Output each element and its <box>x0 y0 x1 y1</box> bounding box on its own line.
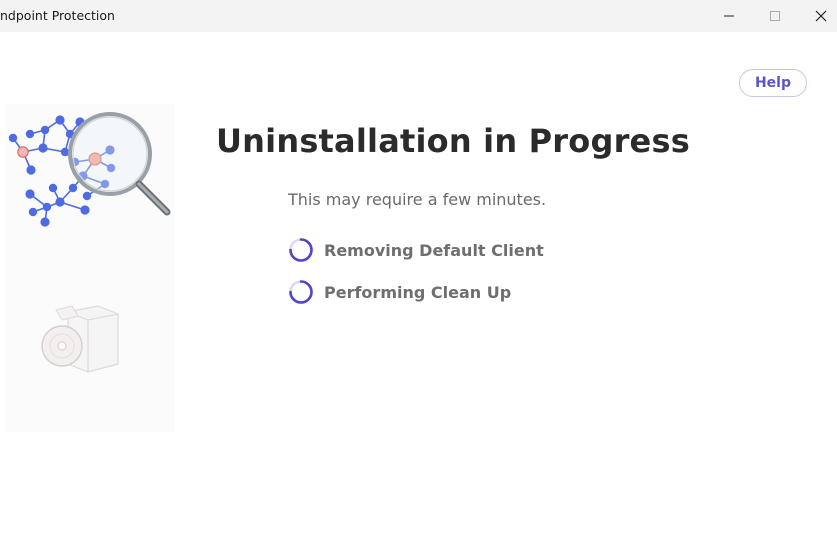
step-label: Removing Default Client <box>324 240 544 260</box>
page-title: Uninstallation in Progress <box>216 122 690 160</box>
window-title: ndpoint Protection <box>0 8 115 23</box>
maximize-button[interactable] <box>752 0 798 32</box>
spinner-icon <box>289 238 313 262</box>
step-label: Performing Clean Up <box>324 282 512 302</box>
title-bar[interactable]: ndpoint Protection <box>0 0 837 32</box>
close-icon <box>815 10 827 22</box>
side-panel <box>5 104 175 432</box>
help-button[interactable]: Help <box>739 69 807 97</box>
app-window: ndpoint Protection Help Uninstallation i… <box>0 0 837 554</box>
step-removing-default-client: Removing Default Client <box>288 237 544 263</box>
network-magnifier-icon <box>8 112 171 227</box>
spinner-icon <box>289 280 313 304</box>
subtitle: This may require a few minutes. <box>288 190 547 209</box>
step-performing-clean-up: Performing Clean Up <box>288 279 511 305</box>
maximize-icon <box>770 11 780 21</box>
minimize-button[interactable] <box>706 0 752 32</box>
close-button[interactable] <box>798 0 837 32</box>
minimize-icon <box>724 15 734 17</box>
software-install-icon <box>41 305 119 373</box>
